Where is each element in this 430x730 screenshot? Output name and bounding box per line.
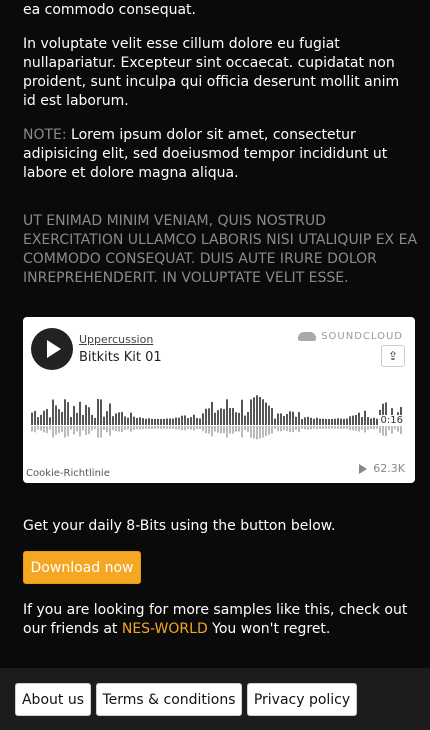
cloud-icon <box>298 332 317 341</box>
about-us-button[interactable]: About us <box>15 683 91 716</box>
soundcloud-track-title[interactable]: Bitkits Kit 01 <box>79 350 162 365</box>
paragraph-intro-end: ea commodo consequat. <box>23 2 196 18</box>
footer: About us Terms & conditions Privacy poli… <box>0 668 430 730</box>
note-label: NOTE: <box>23 127 67 143</box>
privacy-policy-button[interactable]: Privacy policy <box>247 683 357 716</box>
uppercase-paragraph: Ut enimad minim veniam, quis nostrud exe… <box>23 213 418 286</box>
daily-bits-text: Get your daily 8-Bits using the button b… <box>23 518 336 534</box>
friends-paragraph: If you are looking for more samples like… <box>23 601 415 639</box>
paragraph-voluptate: In voluptate velit esse cillum dolore eu… <box>23 36 400 109</box>
note-paragraph: NOTE: Lorem ipsum dolor sit amet, consec… <box>23 126 415 183</box>
track-duration: 0:16 <box>378 415 405 426</box>
play-count: 62.3K <box>359 462 405 475</box>
play-count-icon <box>359 463 368 474</box>
soundcloud-logo[interactable]: SOUNDCLOUD <box>298 331 403 342</box>
share-icon[interactable]: ⇪ <box>381 345 405 367</box>
friends-text-post: You won't regret. <box>207 621 331 637</box>
play-count-value: 62.3K <box>373 462 405 475</box>
note-text: Lorem ipsum dolor sit amet, consectetur … <box>23 127 388 181</box>
cookie-policy-link[interactable]: Cookie-Richtlinie <box>26 468 110 479</box>
download-button[interactable]: Download now <box>23 551 141 584</box>
soundcloud-player: Uppercussion Bitkits Kit 01 SOUNDCLOUD ⇪… <box>23 317 415 483</box>
nes-world-link[interactable]: NES-WORLD <box>122 621 208 637</box>
terms-button[interactable]: Terms & conditions <box>96 683 242 716</box>
waveform[interactable] <box>31 389 405 443</box>
soundcloud-user-link[interactable]: Uppercussion <box>79 333 153 346</box>
soundcloud-brand: SOUNDCLOUD <box>321 331 403 342</box>
play-icon[interactable] <box>31 328 73 370</box>
